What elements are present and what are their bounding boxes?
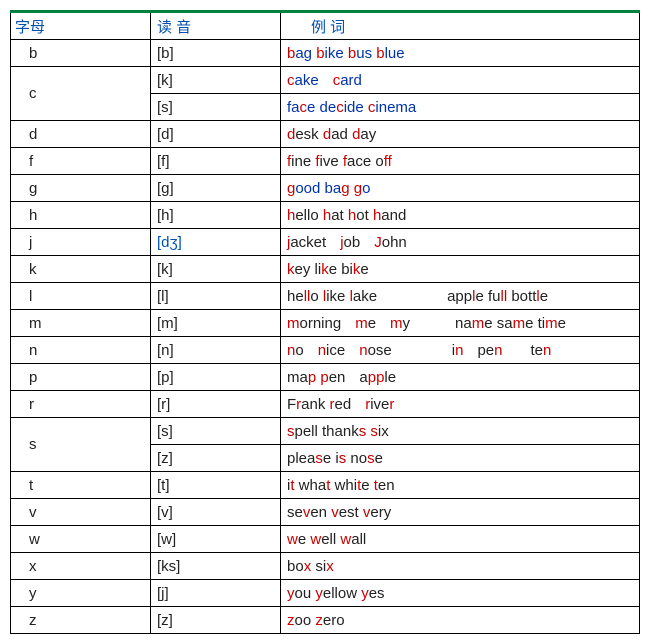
pronunciation-cell: [z] (151, 445, 281, 472)
letter-cell: h (11, 202, 151, 229)
table-row: v[v]seven vest very (11, 499, 640, 526)
pronunciation-cell: [s] (151, 418, 281, 445)
examples-cell: please is nose (281, 445, 640, 472)
letter-cell: d (11, 121, 151, 148)
pronunciation-cell: [b] (151, 40, 281, 67)
table-row: l[l]hello like lakeapple full bottle (11, 283, 640, 310)
header-letter: 字母 (11, 12, 151, 40)
pronunciation-cell: [t] (151, 472, 281, 499)
phonics-table: 字母 读 音 例 词 b[b]bag bike bus bluec[k]cake… (10, 10, 640, 634)
table-row: j[dʒ]jacketjobJohn (11, 229, 640, 256)
examples-cell: hello like lakeapple full bottle (281, 283, 640, 310)
examples-cell: spell thanks six (281, 418, 640, 445)
examples-cell: seven vest very (281, 499, 640, 526)
pronunciation-cell: [l] (151, 283, 281, 310)
pronunciation-cell: [v] (151, 499, 281, 526)
pronunciation-cell: [ks] (151, 553, 281, 580)
pronunciation-cell: [p] (151, 364, 281, 391)
examples-cell: nonicenoseinpenten (281, 337, 640, 364)
table-row: s[s]spell thanks six (11, 418, 640, 445)
examples-cell: hello hat hot hand (281, 202, 640, 229)
table-row: c[k]cakecard (11, 67, 640, 94)
pronunciation-cell: [z] (151, 607, 281, 634)
examples-cell: good bag go (281, 175, 640, 202)
table-row: b[b]bag bike bus blue (11, 40, 640, 67)
table-row: f[f]fine five face off (11, 148, 640, 175)
table-row: w[w]we well wall (11, 526, 640, 553)
table-row: n[n]nonicenoseinpenten (11, 337, 640, 364)
examples-cell: morningmemyname same time (281, 310, 640, 337)
table-row: r[r]Frank redriver (11, 391, 640, 418)
letter-cell: m (11, 310, 151, 337)
examples-cell: you yellow yes (281, 580, 640, 607)
letter-cell: t (11, 472, 151, 499)
pronunciation-cell: [f] (151, 148, 281, 175)
pronunciation-cell: [g] (151, 175, 281, 202)
letter-cell: w (11, 526, 151, 553)
examples-cell: desk dad day (281, 121, 640, 148)
table-row: m[m]morningmemyname same time (11, 310, 640, 337)
examples-cell: Frank redriver (281, 391, 640, 418)
examples-cell: key like bike (281, 256, 640, 283)
header-pronunciation: 读 音 (151, 12, 281, 40)
pronunciation-cell: [n] (151, 337, 281, 364)
examples-cell: bag bike bus blue (281, 40, 640, 67)
pronunciation-cell: [j] (151, 580, 281, 607)
table-row: z[z]zoo zero (11, 607, 640, 634)
table-row: g[g]good bag go (11, 175, 640, 202)
pronunciation-cell: [dʒ] (151, 229, 281, 256)
letter-cell: s (11, 418, 151, 472)
phonics-table-wrap: 字母 读 音 例 词 b[b]bag bike bus bluec[k]cake… (10, 10, 640, 634)
table-row: p[p]map penapple (11, 364, 640, 391)
letter-cell: p (11, 364, 151, 391)
examples-cell: cakecard (281, 67, 640, 94)
examples-cell: face decide cinema (281, 94, 640, 121)
examples-cell: zoo zero (281, 607, 640, 634)
pronunciation-cell: [k] (151, 67, 281, 94)
letter-cell: k (11, 256, 151, 283)
letter-cell: n (11, 337, 151, 364)
pronunciation-cell: [r] (151, 391, 281, 418)
pronunciation-cell: [d] (151, 121, 281, 148)
table-row: x[ks]box six (11, 553, 640, 580)
letter-cell: y (11, 580, 151, 607)
table-row: t[t]it what white ten (11, 472, 640, 499)
pronunciation-cell: [s] (151, 94, 281, 121)
examples-cell: it what white ten (281, 472, 640, 499)
letter-cell: c (11, 67, 151, 121)
letter-cell: z (11, 607, 151, 634)
pronunciation-cell: [w] (151, 526, 281, 553)
pronunciation-cell: [k] (151, 256, 281, 283)
examples-cell: fine five face off (281, 148, 640, 175)
pronunciation-cell: [m] (151, 310, 281, 337)
examples-cell: jacketjobJohn (281, 229, 640, 256)
table-row: k[k]key like bike (11, 256, 640, 283)
pronunciation-cell: [h] (151, 202, 281, 229)
letter-cell: j (11, 229, 151, 256)
letter-cell: l (11, 283, 151, 310)
letter-cell: f (11, 148, 151, 175)
examples-cell: we well wall (281, 526, 640, 553)
table-row: h[h]hello hat hot hand (11, 202, 640, 229)
letter-cell: v (11, 499, 151, 526)
examples-cell: map penapple (281, 364, 640, 391)
letter-cell: g (11, 175, 151, 202)
header-examples: 例 词 (281, 12, 640, 40)
letter-cell: x (11, 553, 151, 580)
examples-cell: box six (281, 553, 640, 580)
letter-cell: b (11, 40, 151, 67)
table-row: d[d]desk dad day (11, 121, 640, 148)
table-row: y[j]you yellow yes (11, 580, 640, 607)
header-row: 字母 读 音 例 词 (11, 12, 640, 40)
letter-cell: r (11, 391, 151, 418)
